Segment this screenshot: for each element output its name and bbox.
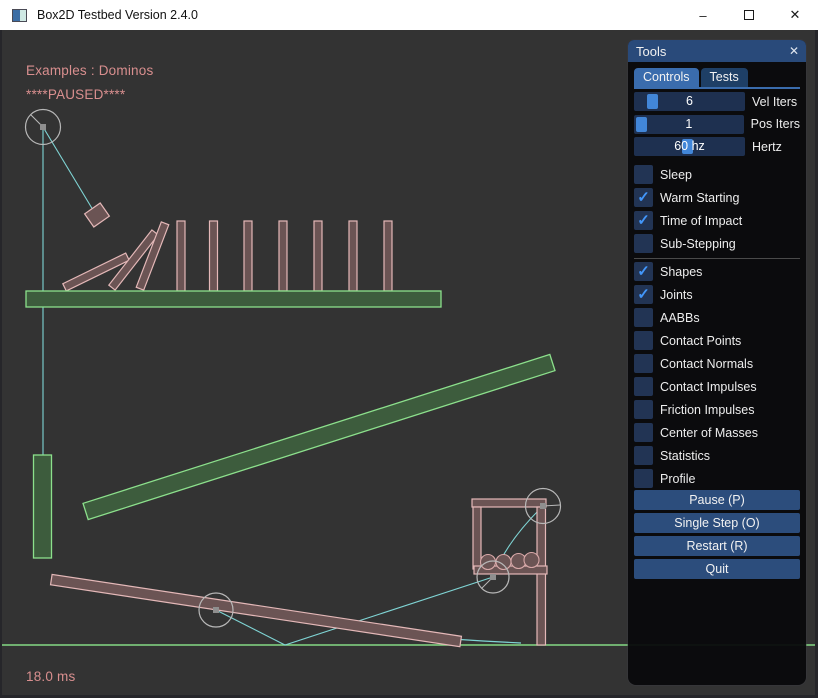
checkbox-shapes[interactable]: ✓ Shapes <box>634 262 800 281</box>
tools-panel-titlebar[interactable]: Tools ✕ <box>628 40 806 62</box>
checkbox-box-contact-points[interactable] <box>634 331 653 350</box>
checkbox-aabbs[interactable]: AABBs <box>634 308 800 327</box>
standing-dominoes <box>177 221 392 291</box>
checkbox-box-center-of-masses[interactable] <box>634 423 653 442</box>
window-titlebar: Box2D Testbed Version 2.4.0 – ✕ <box>0 0 818 30</box>
button-pause-p[interactable]: Pause (P) <box>634 490 800 510</box>
checkbox-box-contact-normals[interactable] <box>634 354 653 373</box>
checkbox-friction-impulses[interactable]: Friction Impulses <box>634 400 800 419</box>
close-button[interactable]: ✕ <box>772 0 818 30</box>
example-label: Examples : Dominos <box>26 63 153 78</box>
slider-hertz: 60 hz Hertz <box>634 137 800 156</box>
checkbox-sleep[interactable]: Sleep <box>634 165 800 184</box>
checkbox-label-shapes: Shapes <box>660 265 702 279</box>
tools-panel-title: Tools <box>636 44 666 59</box>
tools-close-icon[interactable]: ✕ <box>789 44 799 58</box>
checkbox-box-contact-impulses[interactable] <box>634 377 653 396</box>
tab-controls[interactable]: Controls <box>634 68 699 87</box>
checkbox-box-friction-impulses[interactable] <box>634 400 653 419</box>
slider-value-hertz: 60 hz <box>634 137 745 156</box>
checkbox-contact-impulses[interactable]: Contact Impulses <box>634 377 800 396</box>
app-icon <box>12 9 27 22</box>
checkbox-label-friction-impulses: Friction Impulses <box>660 403 754 417</box>
maximize-icon <box>744 10 754 20</box>
checkbox-profile[interactable]: Profile <box>634 469 800 488</box>
checkbox-box-profile[interactable] <box>634 469 653 488</box>
checkbox-label-aabbs: AABBs <box>660 311 700 325</box>
cradle-frame <box>472 499 547 645</box>
button-restart-r[interactable]: Restart (R) <box>634 536 800 556</box>
checkbox-box-time-of-impact[interactable]: ✓ <box>634 211 653 230</box>
checkbox-label-time-of-impact: Time of Impact <box>660 214 742 228</box>
app-window: Box2D Testbed Version 2.4.0 – ✕ <box>0 0 818 698</box>
slider-track-hertz[interactable]: 60 hz <box>634 137 745 156</box>
seesaw-plank <box>51 574 462 646</box>
dominos-platform <box>26 291 441 307</box>
checkbox-label-center-of-masses: Center of Masses <box>660 426 758 440</box>
checkbox-time-of-impact[interactable]: ✓ Time of Impact <box>634 211 800 230</box>
slider-pos-iters: 1 Pos Iters <box>634 115 800 134</box>
checkbox-contact-points[interactable]: Contact Points <box>634 331 800 350</box>
checkmark-icon: ✓ <box>637 188 650 207</box>
frame-time-label: 18.0 ms <box>26 669 75 684</box>
checkbox-label-warm-starting: Warm Starting <box>660 191 739 205</box>
checkbox-label-sub-stepping: Sub-Stepping <box>660 237 736 251</box>
checkbox-box-statistics[interactable] <box>634 446 653 465</box>
checkbox-sub-stepping[interactable]: Sub-Stepping <box>634 234 800 253</box>
checkbox-box-shapes[interactable]: ✓ <box>634 262 653 281</box>
paused-label: ****PAUSED**** <box>26 87 125 102</box>
checkbox-box-sub-stepping[interactable] <box>634 234 653 253</box>
checkbox-box-sleep[interactable] <box>634 165 653 184</box>
checkbox-warm-starting[interactable]: ✓ Warm Starting <box>634 188 800 207</box>
checkbox-label-statistics: Statistics <box>660 449 710 463</box>
panel-buttons: Pause (P) Single Step (O) Restart (R) Quit <box>634 490 800 579</box>
checkbox-label-contact-impulses: Contact Impulses <box>660 380 757 394</box>
tools-panel: Tools ✕ ControlsTests 6 Vel Iters 1 Pos Ite… <box>628 40 806 685</box>
tab-tests[interactable]: Tests <box>701 68 748 87</box>
checkbox-group-draw: ✓ Shapes ✓ Joints AABBs Contact Points Contact… <box>634 262 800 488</box>
checkbox-box-warm-starting[interactable]: ✓ <box>634 188 653 207</box>
slider-value-vel-iters: 6 <box>634 92 745 111</box>
joint-line-ground <box>460 640 521 644</box>
slider-value-pos-iters: 1 <box>634 115 744 134</box>
checkmark-icon: ✓ <box>637 211 650 230</box>
physics-canvas[interactable]: Examples : Dominos ****PAUSED**** 18.0 m… <box>2 30 815 695</box>
checkbox-group-simulation: Sleep ✓ Warm Starting ✓ Time of Impact Sub-St… <box>634 165 800 253</box>
window-title: Box2D Testbed Version 2.4.0 <box>37 8 198 22</box>
checkbox-joints[interactable]: ✓ Joints <box>634 285 800 304</box>
button-single-step-o[interactable]: Single Step (O) <box>634 513 800 533</box>
checkbox-label-contact-points: Contact Points <box>660 334 741 348</box>
checkmark-icon: ✓ <box>637 285 650 304</box>
slider-label-hertz: Hertz <box>752 140 782 154</box>
button-quit[interactable]: Quit <box>634 559 800 579</box>
checkbox-statistics[interactable]: Statistics <box>634 446 800 465</box>
slider-label-vel-iters: Vel Iters <box>752 95 797 109</box>
separator <box>634 258 800 259</box>
checkbox-box-joints[interactable]: ✓ <box>634 285 653 304</box>
checkbox-center-of-masses[interactable]: Center of Masses <box>634 423 800 442</box>
static-ramp-plank <box>83 354 555 519</box>
fallen-dominoes <box>63 222 169 291</box>
checkbox-label-joints: Joints <box>660 288 693 302</box>
maximize-button[interactable] <box>726 0 772 30</box>
slider-vel-iters: 6 Vel Iters <box>634 92 800 111</box>
checkbox-label-profile: Profile <box>660 472 695 486</box>
minimize-button[interactable]: – <box>680 0 726 30</box>
checkmark-icon: ✓ <box>637 262 650 281</box>
slider-group: 6 Vel Iters 1 Pos Iters 60 hz Hertz <box>634 92 800 156</box>
left-pillar <box>34 455 52 558</box>
checkbox-label-contact-normals: Contact Normals <box>660 357 753 371</box>
slider-track-vel-iters[interactable]: 6 <box>634 92 745 111</box>
slider-label-pos-iters: Pos Iters <box>751 117 800 131</box>
checkbox-box-aabbs[interactable] <box>634 308 653 327</box>
checkbox-contact-normals[interactable]: Contact Normals <box>634 354 800 373</box>
tabbar: ControlsTests <box>634 68 800 89</box>
checkbox-label-sleep: Sleep <box>660 168 692 182</box>
tab-underline <box>634 87 800 89</box>
slider-track-pos-iters[interactable]: 1 <box>634 115 744 134</box>
pendulum-box <box>85 203 110 227</box>
